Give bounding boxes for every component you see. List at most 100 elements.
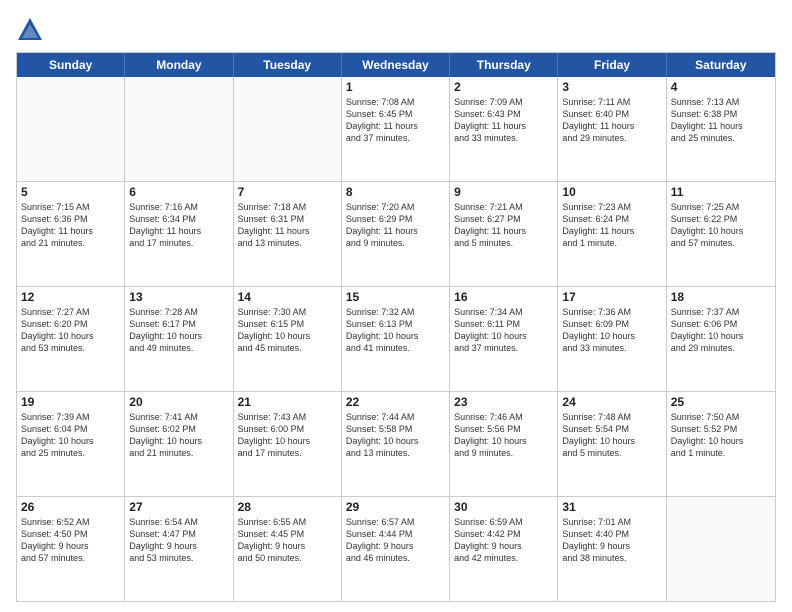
cell-line: Sunrise: 7:39 AM	[21, 411, 120, 423]
cell-line: Daylight: 11 hours	[346, 225, 445, 237]
calendar-header-cell: Wednesday	[342, 53, 450, 77]
cell-line: and 25 minutes.	[671, 132, 771, 144]
calendar-cell: 4Sunrise: 7:13 AMSunset: 6:38 PMDaylight…	[667, 77, 775, 181]
cell-line: Sunrise: 7:08 AM	[346, 96, 445, 108]
day-number: 26	[21, 500, 120, 514]
day-number: 6	[129, 185, 228, 199]
cell-line: Daylight: 10 hours	[454, 330, 553, 342]
calendar-header-cell: Monday	[125, 53, 233, 77]
calendar-cell: 14 Sunrise: 7:30 AMSunset: 6:15 PMDayligh…	[234, 287, 342, 391]
calendar-body: 1Sunrise: 7:08 AMSunset: 6:45 PMDaylight…	[17, 77, 775, 601]
cell-line: Sunset: 6:22 PM	[671, 213, 771, 225]
cell-line: Sunrise: 7:30 AM	[238, 306, 337, 318]
cell-line: Daylight: 11 hours	[346, 120, 445, 132]
cell-line: Sunset: 6:43 PM	[454, 108, 553, 120]
calendar-cell: 15Sunrise: 7:32 AMSunset: 6:13 PMDayligh…	[342, 287, 450, 391]
calendar-cell: 5Sunrise: 7:15 AMSunset: 6:36 PMDaylight…	[17, 182, 125, 286]
day-number: 15	[346, 290, 445, 304]
cell-line: Sunrise: 7:18 AM	[238, 201, 337, 213]
header	[16, 16, 776, 44]
cell-line: and 53 minutes.	[21, 342, 120, 354]
cell-line: Daylight: 10 hours	[671, 435, 771, 447]
calendar-row: 26Sunrise: 6:52 AMSunset: 4:50 PMDayligh…	[17, 497, 775, 601]
cell-line: Sunset: 6:45 PM	[346, 108, 445, 120]
cell-line: and 21 minutes.	[21, 237, 120, 249]
calendar-cell: 19Sunrise: 7:39 AMSunset: 6:04 PMDayligh…	[17, 392, 125, 496]
cell-line: Sunset: 4:42 PM	[454, 528, 553, 540]
cell-line: Sunset: 6:29 PM	[346, 213, 445, 225]
calendar-cell: 31 Sunrise: 7:01 AMSunset: 4:40 PMDayligh…	[558, 497, 666, 601]
calendar-header-cell: Sunday	[17, 53, 125, 77]
cell-line: Sunrise: 7:23 AM	[562, 201, 661, 213]
cell-line: Daylight: 10 hours	[671, 330, 771, 342]
cell-line: Sunrise: 7:15 AM	[21, 201, 120, 213]
calendar-cell: 27Sunrise: 6:54 AMSunset: 4:47 PMDayligh…	[125, 497, 233, 601]
cell-line: Sunset: 6:27 PM	[454, 213, 553, 225]
cell-line: Daylight: 10 hours	[346, 435, 445, 447]
cell-line: Sunset: 4:40 PM	[562, 528, 661, 540]
calendar: SundayMondayTuesdayWednesdayThursdayFrid…	[16, 52, 776, 602]
day-number: 1	[346, 80, 445, 94]
cell-line: Sunset: 6:11 PM	[454, 318, 553, 330]
day-number: 13	[129, 290, 228, 304]
cell-line: Sunrise: 7:46 AM	[454, 411, 553, 423]
day-number: 31	[562, 500, 661, 514]
cell-line: Sunrise: 7:27 AM	[21, 306, 120, 318]
cell-line: and 45 minutes.	[238, 342, 337, 354]
calendar-cell: 11Sunrise: 7:25 AMSunset: 6:22 PMDayligh…	[667, 182, 775, 286]
calendar-row: 1Sunrise: 7:08 AMSunset: 6:45 PMDaylight…	[17, 77, 775, 182]
calendar-header-cell: Tuesday	[234, 53, 342, 77]
cell-line: Daylight: 9 hours	[562, 540, 661, 552]
day-number: 28	[238, 500, 337, 514]
day-number: 5	[21, 185, 120, 199]
cell-line: Sunrise: 7:13 AM	[671, 96, 771, 108]
cell-line: Sunrise: 7:01 AM	[562, 516, 661, 528]
cell-line: Daylight: 10 hours	[562, 435, 661, 447]
calendar-header-cell: Saturday	[667, 53, 775, 77]
calendar-cell: 26Sunrise: 6:52 AMSunset: 4:50 PMDayligh…	[17, 497, 125, 601]
cell-line: and 50 minutes.	[238, 552, 337, 564]
calendar-cell: 2Sunrise: 7:09 AMSunset: 6:43 PMDaylight…	[450, 77, 558, 181]
day-number: 23	[454, 395, 553, 409]
day-number: 21	[238, 395, 337, 409]
logo	[16, 16, 48, 44]
logo-icon	[16, 16, 44, 44]
day-number: 18	[671, 290, 771, 304]
calendar-cell: 25Sunrise: 7:50 AMSunset: 5:52 PMDayligh…	[667, 392, 775, 496]
cell-line: and 38 minutes.	[562, 552, 661, 564]
cell-line: and 9 minutes.	[346, 237, 445, 249]
day-number: 8	[346, 185, 445, 199]
cell-line: and 37 minutes.	[346, 132, 445, 144]
cell-line: Daylight: 10 hours	[238, 330, 337, 342]
calendar-row: 12Sunrise: 7:27 AMSunset: 6:20 PMDayligh…	[17, 287, 775, 392]
calendar-cell: 16Sunrise: 7:34 AMSunset: 6:11 PMDayligh…	[450, 287, 558, 391]
cell-line: Daylight: 9 hours	[346, 540, 445, 552]
cell-line: and 37 minutes.	[454, 342, 553, 354]
cell-line: Sunset: 6:04 PM	[21, 423, 120, 435]
day-number: 9	[454, 185, 553, 199]
cell-line: and 29 minutes.	[671, 342, 771, 354]
cell-line: Sunset: 4:50 PM	[21, 528, 120, 540]
day-number: 24	[562, 395, 661, 409]
calendar-header: SundayMondayTuesdayWednesdayThursdayFrid…	[17, 53, 775, 77]
calendar-cell	[667, 497, 775, 601]
cell-line: Sunrise: 7:11 AM	[562, 96, 661, 108]
cell-line: Daylight: 11 hours	[562, 120, 661, 132]
cell-line: Sunset: 4:44 PM	[346, 528, 445, 540]
calendar-cell: 18Sunrise: 7:37 AMSunset: 6:06 PMDayligh…	[667, 287, 775, 391]
day-number: 17	[562, 290, 661, 304]
calendar-header-cell: Thursday	[450, 53, 558, 77]
cell-line: Sunset: 6:15 PM	[238, 318, 337, 330]
cell-line: Sunset: 6:20 PM	[21, 318, 120, 330]
calendar-cell: 29Sunrise: 6:57 AMSunset: 4:44 PMDayligh…	[342, 497, 450, 601]
cell-line: Daylight: 11 hours	[454, 225, 553, 237]
cell-line: Daylight: 10 hours	[238, 435, 337, 447]
cell-line: and 33 minutes.	[562, 342, 661, 354]
cell-line: Sunrise: 7:36 AM	[562, 306, 661, 318]
calendar-cell	[125, 77, 233, 181]
cell-line: Sunset: 6:36 PM	[21, 213, 120, 225]
day-number: 14	[238, 290, 337, 304]
calendar-cell: 10Sunrise: 7:23 AMSunset: 6:24 PMDayligh…	[558, 182, 666, 286]
day-number: 16	[454, 290, 553, 304]
calendar-cell: 23Sunrise: 7:46 AMSunset: 5:56 PMDayligh…	[450, 392, 558, 496]
